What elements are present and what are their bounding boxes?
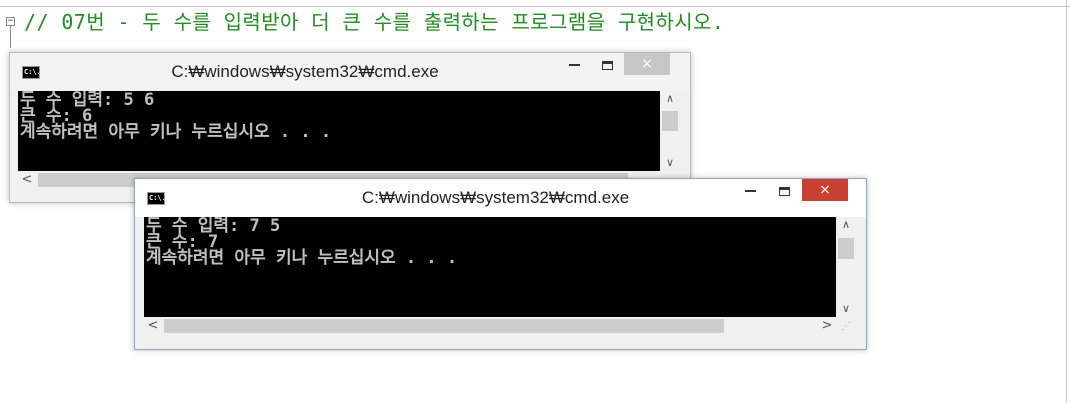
close-icon: × <box>641 56 653 72</box>
minimize-button[interactable] <box>561 53 587 77</box>
maximize-icon <box>601 61 613 70</box>
console-output[interactable]: 두 수 입력: 7 5 큰 수: 7 계속하려면 아무 키나 누르십시오 . .… <box>144 217 836 317</box>
vertical-scroll-thumb[interactable] <box>838 238 854 259</box>
editor-margin-line <box>1066 0 1067 403</box>
minimize-icon <box>744 190 756 192</box>
scroll-right-arrow-icon[interactable]: > <box>818 317 836 335</box>
console-line: 계속하려면 아무 키나 누르십시오 . . . <box>20 122 332 142</box>
minimize-button[interactable] <box>737 179 763 203</box>
close-button[interactable]: × <box>624 53 670 75</box>
maximize-button[interactable] <box>771 179 797 203</box>
console-line: 계속하려면 아무 키나 누르십시오 . . . <box>146 248 458 268</box>
cmd-window-2[interactable]: C:\. C:₩windows₩system32₩cmd.exe × 두 수 입… <box>134 178 867 350</box>
vertical-scrollbar[interactable]: ∧ ∨ <box>836 217 856 317</box>
scroll-down-arrow-icon[interactable]: ∨ <box>660 155 680 171</box>
minimize-icon <box>568 64 580 66</box>
scroll-up-arrow-icon[interactable]: ∧ <box>836 217 856 233</box>
close-icon: × <box>819 182 831 198</box>
title-bar[interactable]: C:\. C:₩windows₩system32₩cmd.exe × <box>10 53 690 91</box>
scroll-down-arrow-icon[interactable]: ∨ <box>836 301 856 317</box>
console-line: 두 수 입력: 7 5 <box>146 217 281 236</box>
maximize-button[interactable] <box>594 53 620 77</box>
console-output[interactable]: 두 수 입력: 5 6 큰 수: 6 계속하려면 아무 키나 누르십시오 . .… <box>18 91 660 171</box>
vertical-scrollbar[interactable]: ∧ ∨ <box>660 91 680 171</box>
console-line: 두 수 입력: 5 6 <box>20 91 155 110</box>
resize-grip-icon[interactable]: ⋰ <box>838 319 854 335</box>
title-bar[interactable]: C:\. C:₩windows₩system32₩cmd.exe × <box>135 179 866 217</box>
code-comment-line[interactable]: // 07번 - 두 수를 입력받아 더 큰 수를 출력하는 프로그램을 구현하… <box>24 10 724 34</box>
horizontal-scroll-thumb[interactable] <box>164 319 724 333</box>
horizontal-scrollbar[interactable]: < > <box>144 317 836 335</box>
scroll-left-arrow-icon[interactable]: < <box>144 317 162 335</box>
scroll-left-arrow-icon[interactable]: < <box>18 171 36 189</box>
maximize-icon <box>778 187 790 196</box>
window-title: C:₩windows₩system32₩cmd.exe <box>171 62 439 81</box>
editor-top-border <box>0 0 1070 7</box>
scroll-up-arrow-icon[interactable]: ∧ <box>660 91 680 107</box>
collapse-region-icon[interactable]: − <box>6 17 15 26</box>
vertical-scroll-thumb[interactable] <box>662 111 678 131</box>
close-button[interactable]: × <box>802 179 848 201</box>
outline-guide-line <box>10 26 11 48</box>
